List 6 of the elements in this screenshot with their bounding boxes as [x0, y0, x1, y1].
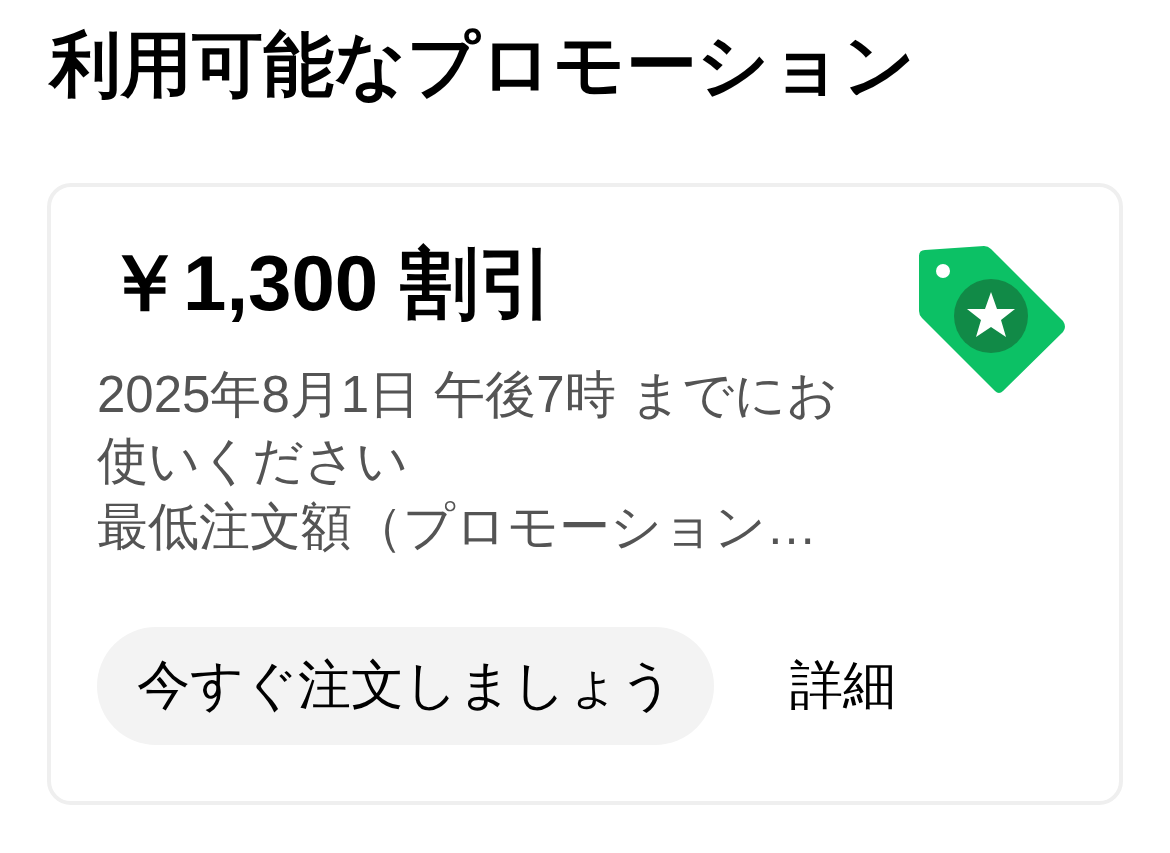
promotion-description: 2025年8月1日 午後7時 までにお使いください — [97, 365, 839, 491]
details-link[interactable]: 詳細 — [790, 650, 896, 722]
discount-title: ￥1,300 割引 — [105, 238, 556, 328]
section-title: 利用可能なプロモーション — [50, 24, 916, 106]
order-now-button[interactable]: 今すぐ注文しましょう — [97, 627, 714, 745]
promotion-description: 最低注文額（プロモーション… — [97, 497, 818, 557]
